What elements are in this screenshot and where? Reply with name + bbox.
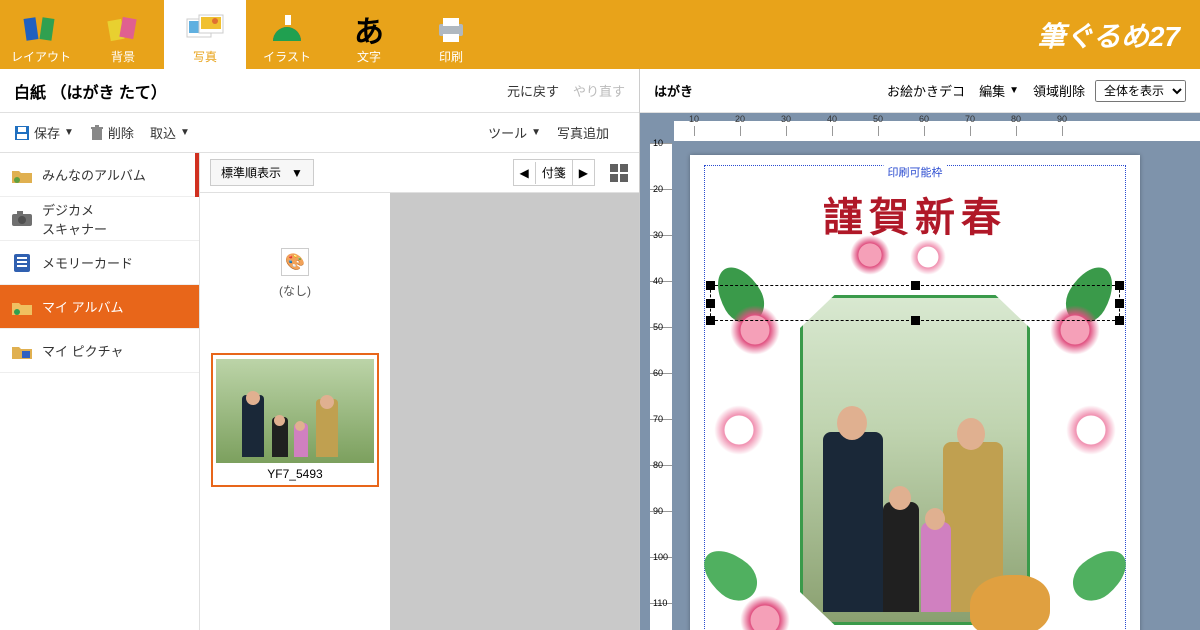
thumbnail-panel: 標準順表示▼ ◀ 付箋 ▶ 🎨 (なし)	[200, 153, 639, 630]
tab-text[interactable]: あ 文字	[328, 0, 410, 69]
thumbnail-list: 🎨 (なし)	[200, 193, 390, 630]
delete-button[interactable]: 削除	[90, 123, 134, 142]
palette-icon: 🎨	[281, 248, 309, 276]
tab-label: レイアウト	[11, 48, 71, 65]
canvas-area[interactable]: 10 20 30 40 50 60 70 80 90 10 20 30 40 5…	[640, 113, 1200, 630]
left-panel: 白紙 （はがき たて） 元に戻す やり直す 保存▼ 削除 取込▼ ツール▼ 写真…	[0, 69, 640, 630]
photo-icon	[185, 10, 225, 48]
sidebar-item-label: メモリーカード	[42, 253, 133, 272]
zoom-select[interactable]: 全体を表示	[1095, 80, 1186, 102]
layout-icon	[21, 10, 61, 48]
tab-illustration[interactable]: イラスト	[246, 0, 328, 69]
sidebar-item-camera-scanner[interactable]: デジカメ スキャナー	[0, 197, 199, 241]
app-brand: 筆ぐるめ27	[1037, 0, 1200, 69]
boar-illustration	[970, 575, 1050, 630]
edit-menu-button[interactable]: 編集▼	[979, 81, 1019, 100]
region-delete-button[interactable]: 領域削除	[1033, 81, 1085, 100]
printable-label: 印刷可能枠	[884, 164, 947, 180]
sidebar-item-label: マイ ピクチャ	[42, 341, 123, 360]
thumbnail-item-selected[interactable]: YF7_5493	[211, 353, 379, 487]
tab-label: 文字	[357, 48, 381, 65]
tab-print[interactable]: 印刷	[410, 0, 492, 69]
text-icon: あ	[349, 10, 389, 48]
sort-order-button[interactable]: 標準順表示▼	[210, 159, 314, 186]
right-panel: はがき お絵かきデコ 編集▼ 領域削除 全体を表示 10 20 30 40 50…	[640, 69, 1200, 630]
sidebar-item-label: マイ アルバム	[42, 297, 123, 316]
photo-frame-octagon[interactable]	[800, 295, 1030, 625]
sticky-label[interactable]: 付箋	[536, 160, 573, 185]
vertical-ruler: 10 20 30 40 50 60 70 80 90 100 110	[650, 143, 672, 630]
tab-label: 写真	[193, 48, 217, 65]
horizontal-ruler: 10 20 30 40 50 60 70 80 90	[674, 121, 1200, 141]
save-button[interactable]: 保存▼	[14, 123, 74, 142]
add-photo-button[interactable]: 写真追加	[557, 123, 609, 142]
left-toolbar: 保存▼ 削除 取込▼ ツール▼ 写真追加	[0, 113, 639, 153]
sidebar-item-label: デジカメ スキャナー	[42, 200, 107, 238]
tab-label: 背景	[111, 48, 135, 65]
tool-button[interactable]: ツール▼	[488, 123, 541, 142]
document-title: 白紙 （はがき たて）	[14, 79, 167, 103]
print-icon	[431, 10, 471, 48]
family-photo	[803, 298, 1027, 622]
illustration-icon	[267, 10, 307, 48]
camera-icon	[10, 207, 34, 231]
postcard-canvas[interactable]: 印刷可能枠 謹賀新春	[690, 155, 1140, 630]
tab-layout[interactable]: レイアウト	[0, 0, 82, 69]
left-header: 白紙 （はがき たて） 元に戻す やり直す	[0, 69, 639, 113]
thumbnail-none-label: (なし)	[279, 282, 311, 299]
thumbnail-caption: YF7_5493	[267, 463, 322, 481]
folder-people-icon	[10, 163, 34, 187]
memory-card-icon	[10, 251, 34, 275]
undo-button[interactable]: 元に戻す	[507, 81, 559, 100]
sidebar-item-my-pictures[interactable]: マイ ピクチャ	[0, 329, 199, 373]
sticky-next-button[interactable]: ▶	[573, 162, 594, 184]
folder-person-icon	[10, 295, 34, 319]
grid-view-icon[interactable]	[609, 163, 629, 183]
sticky-prev-button[interactable]: ◀	[514, 162, 536, 184]
top-tab-bar: レイアウト 背景 写真 イラスト あ 文字 印刷 筆ぐるめ27	[0, 0, 1200, 69]
trash-icon	[90, 125, 104, 141]
tab-background[interactable]: 背景	[82, 0, 164, 69]
sidebar-item-label: みんなのアルバム	[42, 165, 146, 184]
background-icon	[103, 10, 143, 48]
tab-label: 印刷	[439, 48, 463, 65]
sidebar-item-everyones-album[interactable]: みんなのアルバム	[0, 153, 199, 197]
redo-button[interactable]: やり直す	[573, 81, 625, 100]
thumbnail-none[interactable]: 🎨 (なし)	[215, 203, 375, 343]
drawing-deco-button[interactable]: お絵かきデコ	[887, 81, 965, 100]
thumbnail-empty-area	[390, 193, 639, 630]
canvas-mode-label: はがき	[654, 81, 693, 100]
thumbnail-image	[216, 359, 374, 463]
folder-pictures-icon	[10, 339, 34, 363]
greeting-text[interactable]: 謹賀新春	[690, 185, 1140, 243]
selection-indicator	[195, 153, 199, 197]
canvas-toolbar: はがき お絵かきデコ 編集▼ 領域削除 全体を表示	[640, 69, 1200, 113]
selection-box-top[interactable]	[710, 285, 1120, 321]
thumbnail-toolbar: 標準順表示▼ ◀ 付箋 ▶	[200, 153, 639, 193]
tab-label: イラスト	[263, 48, 311, 65]
import-button[interactable]: 取込▼	[150, 123, 190, 142]
album-sidebar: みんなのアルバム デジカメ スキャナー メモリーカード マイ アルバム	[0, 153, 200, 630]
save-icon	[14, 125, 30, 141]
sidebar-item-memory-card[interactable]: メモリーカード	[0, 241, 199, 285]
sidebar-item-my-album[interactable]: マイ アルバム	[0, 285, 199, 329]
sticky-note-control[interactable]: ◀ 付箋 ▶	[513, 159, 595, 186]
tab-photo[interactable]: 写真	[164, 0, 246, 69]
